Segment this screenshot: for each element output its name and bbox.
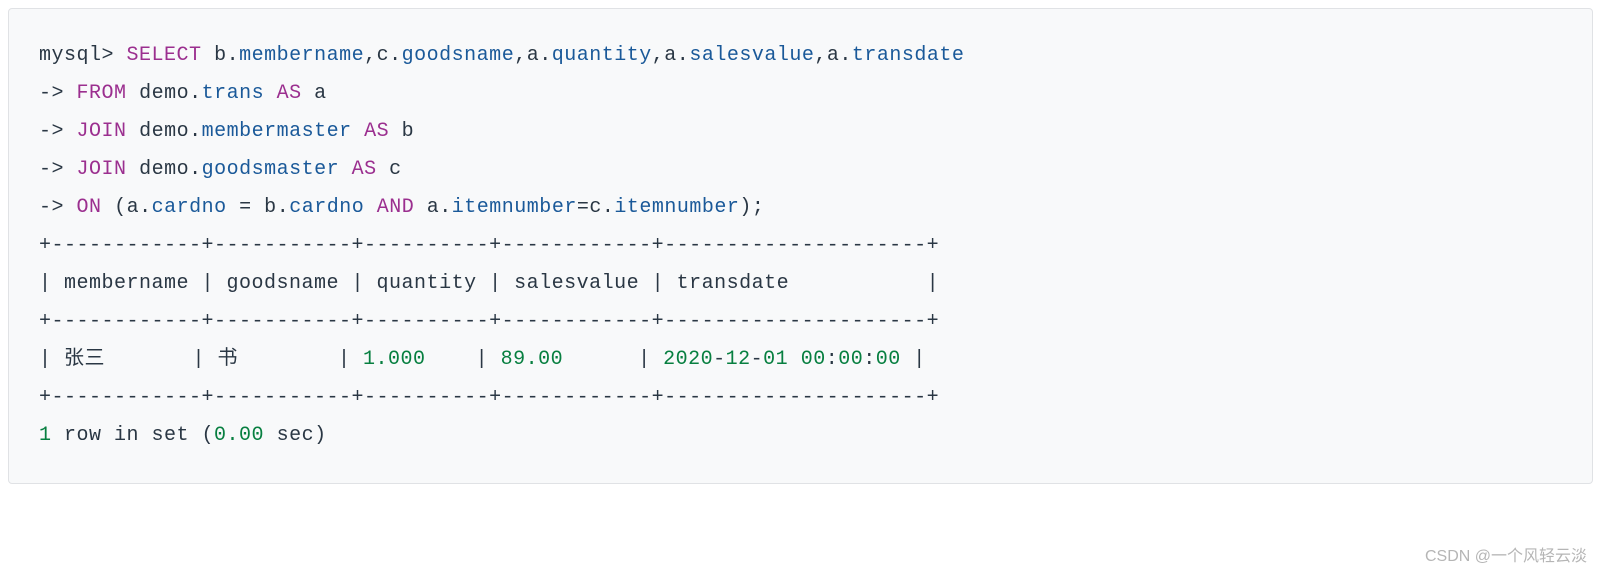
- line-2: -> FROM demo.trans AS a: [39, 82, 327, 105]
- kw-from: FROM: [77, 82, 127, 105]
- table-row: | 张三 | 书 | 1.000 | 89.00 | 2020-12-01 00…: [39, 348, 926, 371]
- mysql-prompt: mysql>: [39, 44, 114, 67]
- kw-as: AS: [277, 82, 302, 105]
- cell-salesvalue: 89.00: [501, 348, 564, 371]
- kw-and: AND: [377, 196, 415, 219]
- table-header: | membername | goodsname | quantity | sa…: [39, 272, 939, 295]
- kw-on: ON: [77, 196, 102, 219]
- watermark: CSDN @一个风轻云淡: [1425, 542, 1587, 566]
- line-5: -> ON (a.cardno = b.cardno AND a.itemnum…: [39, 196, 764, 219]
- line-3: -> JOIN demo.membermaster AS b: [39, 120, 414, 143]
- table-border-top: +------------+-----------+----------+---…: [39, 234, 939, 257]
- table-border-bottom: +------------+-----------+----------+---…: [39, 386, 939, 409]
- kw-join: JOIN: [77, 120, 127, 143]
- line-4: -> JOIN demo.goodsmaster AS c: [39, 158, 402, 181]
- kw-select: SELECT: [127, 44, 202, 67]
- line-1: mysql> SELECT b.membername,c.goodsname,a…: [39, 44, 964, 67]
- mysql-output-block: mysql> SELECT b.membername,c.goodsname,a…: [8, 8, 1593, 484]
- table-border-mid: +------------+-----------+----------+---…: [39, 310, 939, 333]
- cell-quantity: 1.000: [363, 348, 426, 371]
- result-footer: 1 row in set (0.00 sec): [39, 424, 327, 447]
- continuation-arrow: ->: [39, 82, 64, 105]
